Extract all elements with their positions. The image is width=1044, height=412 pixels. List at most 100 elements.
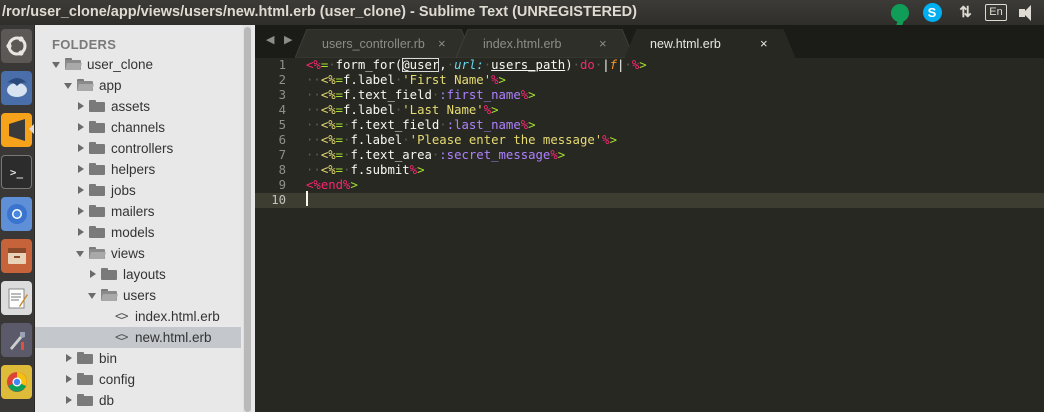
code-token: >	[557, 148, 566, 162]
tree-item-label: controllers	[111, 141, 174, 156]
ubuntu-dash-icon[interactable]	[0, 27, 33, 65]
tree-item-label: db	[99, 393, 115, 408]
disclosure-collapsed-icon[interactable]	[64, 390, 74, 411]
tab-index-html-erb[interactable]: index.html.erb ×	[456, 29, 634, 58]
code-line: ··<%=·f.text_field·:last_name%>	[306, 118, 536, 133]
tree-folder-item[interactable]: channels	[35, 117, 241, 138]
close-tab-icon[interactable]: ×	[438, 36, 446, 51]
tree-folder-item[interactable]: jobs	[35, 180, 241, 201]
folder-icon	[89, 226, 105, 238]
keyboard-layout-indicator[interactable]: En	[980, 0, 1012, 25]
folder-open-icon	[89, 247, 106, 259]
code-line: <%end%>	[306, 178, 358, 193]
tree-folder-item[interactable]: models	[35, 222, 241, 243]
files-icon[interactable]	[0, 237, 33, 275]
code-token: ·	[328, 58, 336, 72]
tree-folder-item[interactable]: bin	[35, 348, 241, 369]
disclosure-collapsed-icon[interactable]	[76, 138, 86, 159]
disclosure-expanded-icon[interactable]	[64, 75, 74, 96]
sublime-text-icon[interactable]	[0, 111, 34, 149]
terminal-icon[interactable]: >_	[0, 153, 33, 191]
code-token: ,	[439, 58, 447, 72]
disclosure-collapsed-icon[interactable]	[76, 159, 86, 180]
tree-folder-item[interactable]: views	[35, 243, 241, 264]
disclosure-collapsed-icon[interactable]	[76, 180, 86, 201]
line-number: 4	[278, 103, 286, 117]
tree-folder-item[interactable]: helpers	[35, 159, 241, 180]
tree-item-label: views	[111, 246, 145, 261]
code-token: users_path	[491, 58, 566, 72]
thunderbird-icon[interactable]	[0, 69, 33, 107]
tree-item-label: user_clone	[87, 57, 154, 72]
code-token: f	[609, 58, 618, 72]
line-number: 5	[278, 118, 286, 132]
code-line: ··<%=·f.text_area·:secret_message%>	[306, 148, 565, 163]
code-token: <%	[306, 178, 321, 192]
code-token: >	[528, 118, 536, 132]
disclosure-collapsed-icon[interactable]	[76, 222, 86, 243]
tree-file-item[interactable]: <> new.html.erb	[35, 327, 241, 348]
skype-icon[interactable]: S	[916, 0, 948, 25]
code-token: <%	[320, 103, 336, 117]
tree-folder-item[interactable]: mailers	[35, 201, 241, 222]
tree-folder-item[interactable]: layouts	[35, 264, 241, 285]
tree-item-label: config	[99, 372, 136, 387]
system-settings-icon[interactable]	[0, 321, 33, 359]
folder-icon	[89, 100, 105, 112]
hangouts-icon[interactable]	[884, 0, 916, 25]
tree-folder-item[interactable]: db	[35, 390, 241, 411]
folder-icon	[89, 184, 105, 196]
text-editor-icon[interactable]	[0, 279, 33, 317]
tab-new-html-erb[interactable]: new.html.erb ×	[625, 29, 795, 58]
code-token: )	[565, 58, 573, 72]
sidebar-header: FOLDERS	[52, 37, 117, 52]
tab-nav-arrows[interactable]: ◀ ▶	[266, 33, 295, 46]
disclosure-collapsed-icon[interactable]	[88, 264, 98, 285]
tree-folder-item[interactable]: app	[35, 75, 241, 96]
tab-label: index.html.erb	[483, 37, 562, 51]
line-number: 2	[278, 73, 286, 87]
disclosure-collapsed-icon[interactable]	[76, 117, 86, 138]
tree-folder-item[interactable]: controllers	[35, 138, 241, 159]
code-token: ··	[306, 73, 321, 87]
code-token: ··	[306, 133, 321, 147]
code-token: f.submit	[350, 163, 410, 177]
disclosure-collapsed-icon[interactable]	[64, 369, 74, 390]
code-token: ··	[306, 148, 321, 162]
disclosure-expanded-icon[interactable]	[52, 54, 62, 75]
code-token: ·	[402, 133, 410, 147]
line-number: 7	[278, 148, 286, 162]
close-tab-icon[interactable]: ×	[760, 36, 768, 51]
chromium-icon[interactable]	[0, 195, 33, 233]
sidebar-scrollbar-thumb[interactable]	[244, 27, 251, 412]
code-token: =	[335, 118, 344, 132]
code-line: ··<%=f.label·'First Name'%>	[306, 73, 506, 88]
tree-folder-item[interactable]: user_clone	[35, 54, 241, 75]
disclosure-expanded-icon[interactable]	[88, 285, 98, 306]
disclosure-collapsed-icon[interactable]	[76, 96, 86, 117]
tab-users-controller-rb[interactable]: users_controller.rb ×	[295, 29, 473, 58]
code-token: do	[580, 58, 595, 72]
tree-folder-item[interactable]: users	[35, 285, 241, 306]
sound-icon[interactable]	[1012, 0, 1044, 25]
disclosure-collapsed-icon[interactable]	[64, 348, 74, 369]
code-token: @user	[402, 58, 440, 72]
tree-file-item[interactable]: <> index.html.erb	[35, 306, 241, 327]
code-token: =	[335, 163, 344, 177]
code-token: 'First Name'	[402, 73, 492, 87]
disclosure-collapsed-icon[interactable]	[76, 201, 86, 222]
active-app-arrow-icon	[29, 124, 34, 134]
network-icon[interactable]: ⇅	[948, 0, 980, 25]
tree-item-label: models	[111, 225, 155, 240]
line-number: 3	[278, 88, 286, 102]
code-token: end	[320, 178, 344, 192]
code-token: <%	[306, 58, 321, 72]
code-token: :secret_message	[439, 148, 551, 162]
close-tab-icon[interactable]: ×	[599, 36, 607, 51]
disclosure-expanded-icon[interactable]	[76, 243, 86, 264]
code-token: >	[498, 73, 506, 87]
tree-folder-item[interactable]: config	[35, 369, 241, 390]
chrome-icon[interactable]	[0, 363, 33, 401]
code-token: %	[491, 73, 499, 87]
tree-folder-item[interactable]: assets	[35, 96, 241, 117]
